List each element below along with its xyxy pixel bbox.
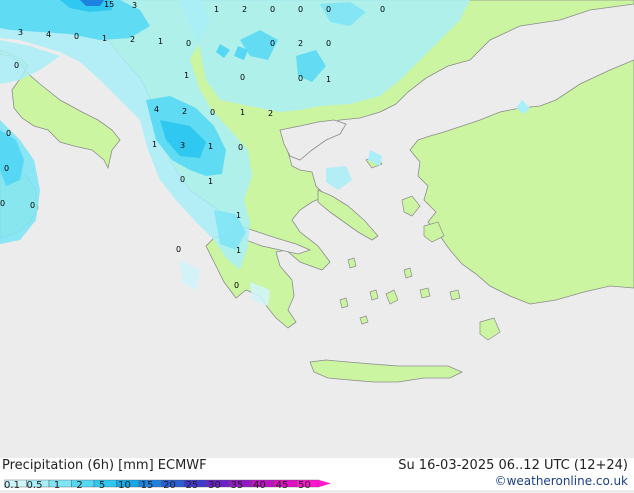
map-label: 0 xyxy=(298,5,303,14)
map-label: 1 xyxy=(236,246,241,255)
map-label: 0 xyxy=(210,108,215,117)
map-label: 1 xyxy=(158,37,163,46)
map-label: 0 xyxy=(176,245,181,254)
map-label: 2 xyxy=(298,39,303,48)
color-scale-tick: 35 xyxy=(230,480,244,491)
color-scale-swatch xyxy=(93,479,117,488)
color-scale-tick: 15 xyxy=(140,480,154,491)
color-scale-arrow xyxy=(319,480,331,487)
map-canvas: 15 3 1 2 0 0 0 0 3 4 0 1 2 1 0 0 2 0 1 0… xyxy=(0,0,634,458)
map-label: 0 xyxy=(0,199,5,208)
map-label: 0 xyxy=(4,164,9,173)
map-footer: Precipitation (6h) [mm] ECMWF Su 16-03-2… xyxy=(0,458,634,491)
color-scale-tick: 5 xyxy=(98,480,106,491)
map-label: 0 xyxy=(298,74,303,83)
map-label: 0 xyxy=(270,39,275,48)
color-scale-tick: 0.1 xyxy=(4,480,20,491)
map-label: 1 xyxy=(236,211,241,220)
color-scale-tick: 10 xyxy=(118,480,131,491)
map-label: 0 xyxy=(14,61,19,70)
map-label: 2 xyxy=(242,5,247,14)
map-label: 1 xyxy=(326,75,331,84)
map-label: 1 xyxy=(208,142,213,151)
map-label: 3 xyxy=(18,28,23,37)
map-label: 0 xyxy=(180,175,185,184)
map-label: 0 xyxy=(186,39,191,48)
color-scale-tick: 20 xyxy=(163,480,176,491)
color-scale-tick: 1 xyxy=(53,480,61,491)
color-scale-tick: 45 xyxy=(275,480,289,491)
map-label: 0 xyxy=(234,281,239,290)
map-label: 1 xyxy=(102,34,107,43)
map-label: 1 xyxy=(240,108,245,117)
map-label: 0 xyxy=(326,5,331,14)
map-label: 1 xyxy=(184,71,189,80)
color-scale-swatch xyxy=(48,479,72,488)
map-label: 0 xyxy=(74,32,79,41)
color-scale-tick: 0.5 xyxy=(26,480,43,491)
map-label: 0 xyxy=(240,73,245,82)
color-scale-tick: 50 xyxy=(298,480,311,491)
product-title: Precipitation (6h) [mm] ECMWF xyxy=(2,458,207,473)
color-scale-tick: 2 xyxy=(76,480,83,491)
map-label: 2 xyxy=(268,109,273,118)
map-label: 3 xyxy=(132,1,137,10)
color-scale-swatch xyxy=(71,479,95,488)
map-label: 2 xyxy=(182,107,187,116)
map-label: 15 xyxy=(104,0,114,9)
color-scale-tick: 40 xyxy=(253,480,266,491)
map-label: 4 xyxy=(46,30,51,39)
map-label: 0 xyxy=(30,201,35,210)
precipitation-map: 15 3 1 2 0 0 0 0 3 4 0 1 2 1 0 0 2 0 1 0… xyxy=(0,0,634,458)
credit-link[interactable]: ©weatheronline.co.uk xyxy=(495,474,628,488)
valid-time: Su 16-03-2025 06..12 UTC (12+24) xyxy=(398,458,628,473)
map-label: 1 xyxy=(208,177,213,186)
map-label: 0 xyxy=(380,5,385,14)
map-label: 0 xyxy=(238,143,243,152)
map-label: 0 xyxy=(6,129,11,138)
map-label: 1 xyxy=(152,140,157,149)
color-scale-tick: 30 xyxy=(208,480,221,491)
map-label: 2 xyxy=(130,35,135,44)
map-label: 4 xyxy=(154,105,159,114)
color-scale-tick: 25 xyxy=(185,480,199,491)
map-label: 0 xyxy=(326,39,331,48)
map-label: 1 xyxy=(214,5,219,14)
map-label: 0 xyxy=(270,5,275,14)
map-label: 3 xyxy=(180,141,185,150)
